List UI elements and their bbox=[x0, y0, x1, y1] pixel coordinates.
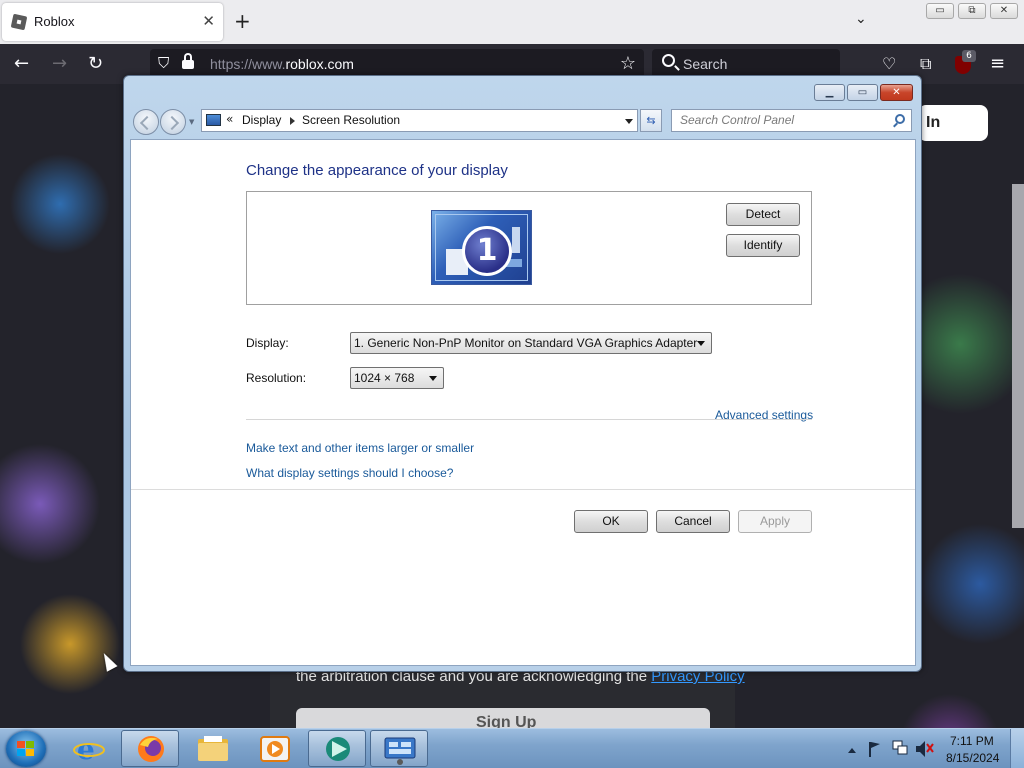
ok-button[interactable]: OK bbox=[574, 510, 648, 533]
extensions-puzzle-icon[interactable]: ⧉ bbox=[920, 54, 931, 74]
cp-back-button[interactable] bbox=[133, 109, 159, 135]
roblox-favicon-icon bbox=[10, 13, 28, 31]
breadcrumb-overflow[interactable]: « bbox=[226, 112, 233, 126]
monitor-layout-box: 1 Detect Identify bbox=[246, 191, 812, 305]
cp-minimize-button[interactable]: ▁ bbox=[814, 84, 845, 101]
lock-icon[interactable] bbox=[182, 53, 194, 69]
show-hidden-icons-icon bbox=[848, 748, 856, 753]
windows-taskbar: e 7:11 PM 8/15/2024 bbox=[0, 728, 1024, 768]
display-settings-icon bbox=[206, 114, 221, 126]
tab-close-icon[interactable]: ✕ bbox=[202, 12, 215, 30]
taskbar-internet-explorer[interactable]: e bbox=[60, 730, 118, 767]
apply-button[interactable]: Apply bbox=[738, 510, 812, 533]
show-desktop-button[interactable] bbox=[1010, 729, 1024, 768]
divider bbox=[131, 489, 915, 490]
screen-resolution-window: ▁ ▭ ✕ ▼ « Display Screen Resolution ⇆ Se… bbox=[123, 75, 922, 672]
address-dropdown-icon[interactable] bbox=[625, 119, 633, 124]
tracking-shield-icon[interactable]: ⛉ bbox=[158, 54, 169, 72]
browser-restore-button[interactable]: ⧉ bbox=[958, 3, 986, 19]
taskbar-firefox[interactable] bbox=[121, 730, 179, 767]
cp-recent-pages-icon[interactable]: ▼ bbox=[189, 118, 194, 126]
taskbar-file-explorer[interactable] bbox=[184, 730, 242, 767]
detect-button[interactable]: Detect bbox=[726, 203, 800, 226]
login-button[interactable]: In bbox=[918, 105, 988, 141]
search-placeholder: Search bbox=[683, 56, 728, 72]
breadcrumb-arrow-icon[interactable] bbox=[290, 117, 295, 125]
page-scrollbar[interactable] bbox=[1012, 184, 1024, 528]
resolution-label: Resolution: bbox=[246, 371, 307, 385]
start-button[interactable] bbox=[6, 731, 46, 767]
resolution-select[interactable]: 1024 × 768 bbox=[350, 367, 444, 389]
bookmark-star-icon[interactable]: ☆ bbox=[620, 53, 636, 74]
forward-arrow-icon[interactable]: → bbox=[52, 53, 67, 74]
browser-tab-bar: Roblox ✕ + ⌄ ▭ ⧉ ✕ bbox=[0, 0, 1024, 44]
monitor-1-icon[interactable]: 1 bbox=[431, 210, 532, 285]
tab-roblox[interactable]: Roblox ✕ bbox=[2, 3, 223, 41]
list-all-tabs-button[interactable]: ⌄ bbox=[855, 11, 867, 27]
cp-search-input[interactable]: Search Control Panel bbox=[671, 109, 912, 132]
cp-refresh-button[interactable]: ⇆ bbox=[640, 109, 662, 132]
url-text[interactable]: https://www.roblox.com bbox=[210, 56, 354, 72]
pocket-icon[interactable]: ♡ bbox=[882, 54, 896, 73]
identify-button[interactable]: Identify bbox=[726, 234, 800, 257]
taskbar-app-green[interactable] bbox=[308, 730, 366, 767]
breadcrumb-display[interactable]: Display bbox=[242, 113, 281, 127]
cp-maximize-button[interactable]: ▭ bbox=[847, 84, 878, 101]
tab-title: Roblox bbox=[34, 14, 75, 29]
breadcrumb-screen-resolution[interactable]: Screen Resolution bbox=[302, 113, 400, 127]
reload-icon[interactable]: ↻ bbox=[88, 53, 103, 74]
display-label: Display: bbox=[246, 336, 289, 350]
cancel-button[interactable]: Cancel bbox=[656, 510, 730, 533]
page-title: Change the appearance of your display bbox=[246, 162, 508, 179]
taskbar-control-panel[interactable] bbox=[370, 730, 428, 767]
chevron-down-icon bbox=[429, 376, 437, 381]
new-tab-button[interactable]: + bbox=[234, 9, 251, 33]
browser-window-controls: ▭ ⧉ ✕ bbox=[926, 3, 1018, 19]
svg-text:e: e bbox=[77, 733, 95, 766]
hamburger-menu-icon[interactable]: ≡ bbox=[990, 53, 1005, 74]
windows-logo-icon bbox=[17, 741, 35, 757]
cp-content-pane: Change the appearance of your display 1 … bbox=[130, 139, 916, 666]
cp-forward-button[interactable] bbox=[160, 109, 186, 135]
browser-close-button[interactable]: ✕ bbox=[990, 3, 1018, 19]
cp-window-controls: ▁ ▭ ✕ bbox=[814, 84, 913, 101]
extension-badge: 6 bbox=[962, 50, 976, 62]
back-arrow-icon[interactable]: ← bbox=[14, 53, 29, 74]
signup-button[interactable]: Sign Up bbox=[296, 708, 710, 728]
divider bbox=[246, 419, 812, 420]
system-tray bbox=[845, 729, 940, 768]
cp-search-placeholder: Search Control Panel bbox=[680, 113, 795, 127]
display-help-link[interactable]: What display settings should I choose? bbox=[246, 466, 453, 480]
display-select[interactable]: 1. Generic Non-PnP Monitor on Standard V… bbox=[350, 332, 712, 354]
cp-search-icon[interactable] bbox=[895, 114, 905, 124]
cp-close-button[interactable]: ✕ bbox=[880, 84, 913, 101]
text-size-link[interactable]: Make text and other items larger or smal… bbox=[246, 441, 474, 455]
cp-address-bar[interactable]: « Display Screen Resolution bbox=[201, 109, 638, 132]
browser-minimize-button[interactable]: ▭ bbox=[926, 3, 954, 19]
taskbar-media-player[interactable] bbox=[246, 730, 304, 767]
clock-date[interactable]: 8/15/2024 bbox=[946, 751, 999, 765]
search-icon bbox=[662, 54, 675, 67]
chevron-down-icon bbox=[697, 341, 705, 346]
monitor-number: 1 bbox=[462, 226, 512, 276]
clock-time[interactable]: 7:11 PM bbox=[950, 734, 994, 748]
